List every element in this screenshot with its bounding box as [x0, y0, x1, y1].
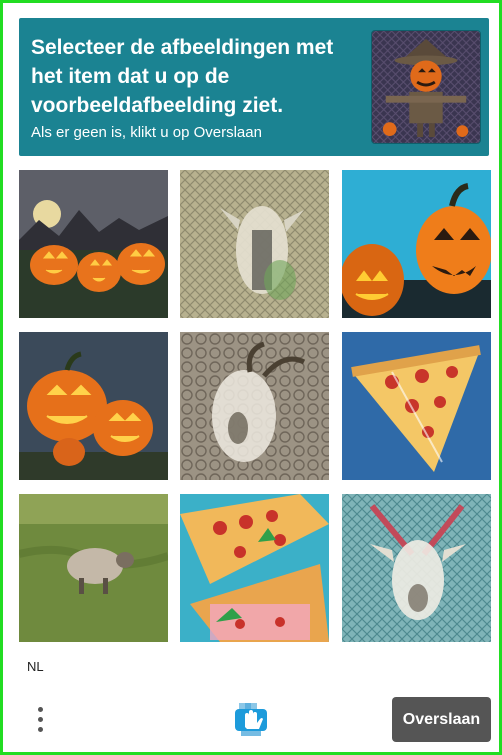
prompt-header: Selecteer de afbeeldingen met het item d… [19, 18, 489, 156]
skip-button[interactable]: Overslaan [392, 697, 491, 742]
pumpkins-icon [19, 332, 168, 480]
hcaptcha-hand-icon [233, 701, 269, 737]
grid-tile-7[interactable] [19, 494, 168, 642]
more-options-menu-icon[interactable] [29, 701, 53, 737]
pizza-icon [342, 332, 491, 480]
grid-tile-1[interactable] [19, 170, 168, 318]
grid-tile-6[interactable] [342, 332, 491, 480]
grid-tile-3[interactable] [342, 170, 491, 318]
prompt-title: Selecteer de afbeeldingen met het item d… [31, 36, 334, 117]
pumpkins-icon [342, 170, 491, 318]
pizza-icon [180, 494, 329, 642]
pumpkins-moon-icon [19, 170, 168, 318]
grid-tile-8[interactable] [180, 494, 329, 642]
scarecrow-pumpkin-icon [372, 31, 480, 143]
grid-tile-2[interactable] [180, 170, 329, 318]
image-grid [19, 170, 491, 646]
prompt-subtitle: Als er geen is, klikt u op Overslaan [31, 124, 262, 141]
example-image [371, 30, 481, 144]
sheep-icon [19, 494, 168, 642]
goat-icon [180, 332, 329, 480]
grid-tile-9[interactable] [342, 494, 491, 642]
grid-tile-5[interactable] [180, 332, 329, 480]
language-label[interactable]: NL [27, 659, 44, 674]
captcha-frame: Selecteer de afbeeldingen met het item d… [0, 0, 502, 755]
goat-icon [180, 170, 329, 318]
goat-icon [342, 494, 491, 642]
grid-tile-4[interactable] [19, 332, 168, 480]
